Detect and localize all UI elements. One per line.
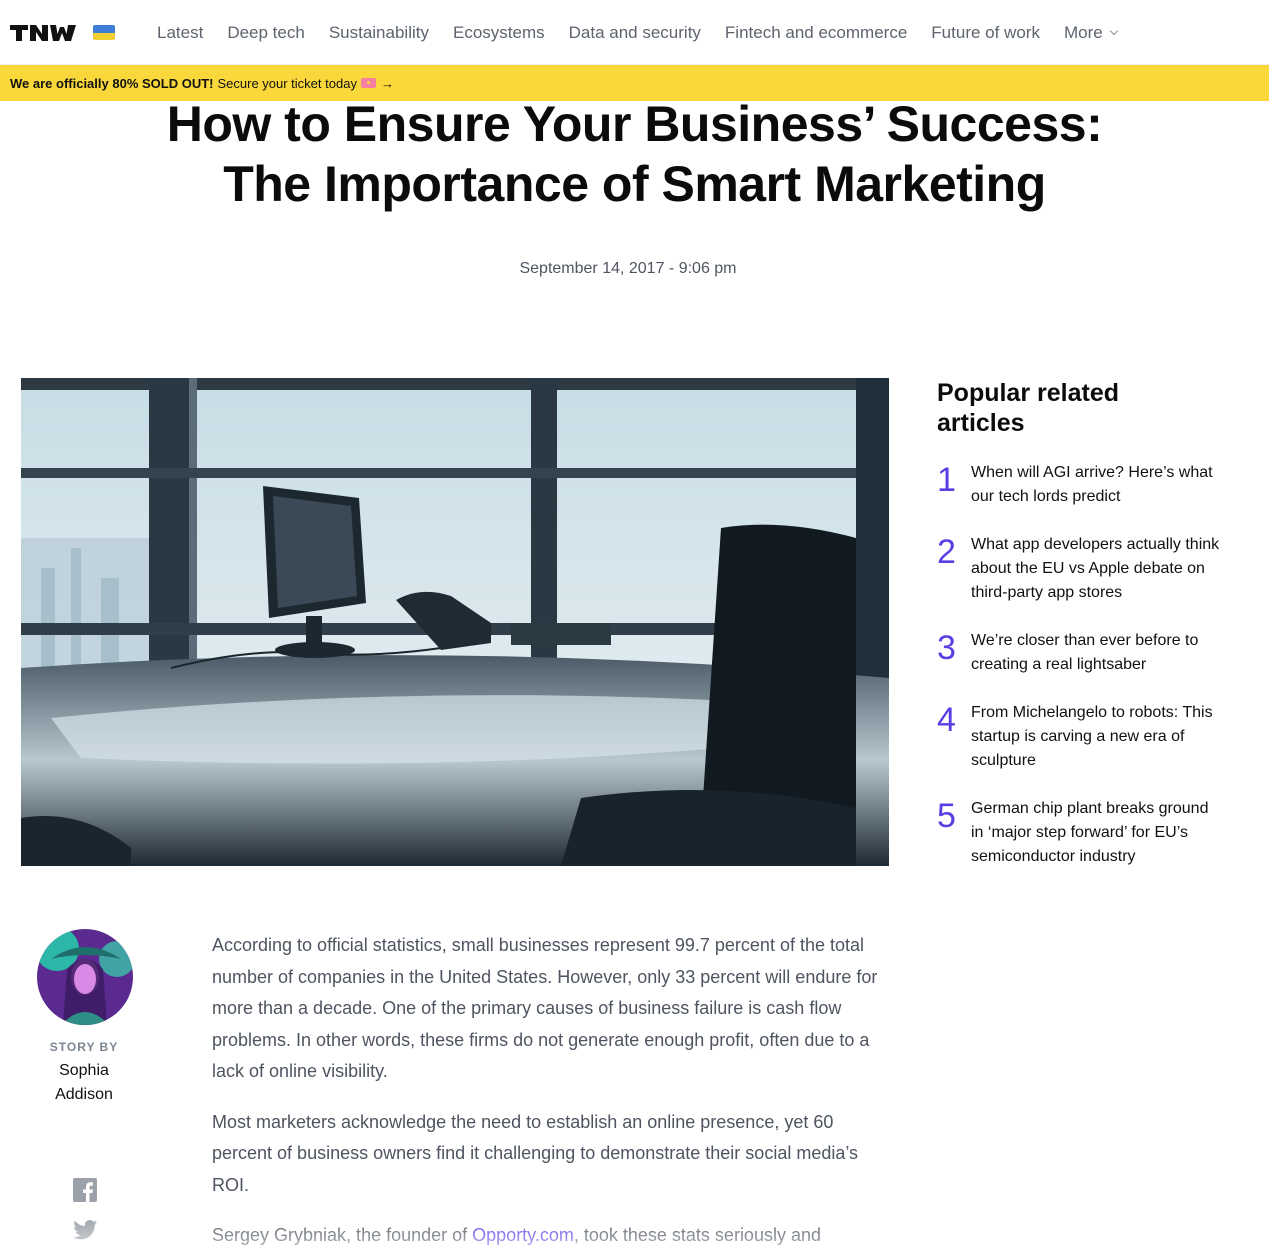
publish-date: September 14, 2017 - 9:06 pm	[519, 260, 737, 277]
popular-article-title: When will AGI arrive? Here’s what our te…	[971, 464, 1213, 505]
popular-article-number: 5	[937, 797, 956, 835]
article-body: According to official statistics, small …	[212, 930, 884, 1251]
nav-link-latest[interactable]: Latest	[157, 23, 203, 43]
office-desk-illustration	[21, 378, 889, 866]
top-navigation: Latest Deep tech Sustainability Ecosyste…	[0, 0, 1269, 65]
popular-articles-list: 1 When will AGI arrive? Here’s what our …	[937, 461, 1237, 893]
nav-link-deep-tech[interactable]: Deep tech	[227, 23, 305, 43]
facebook-icon[interactable]	[73, 1178, 97, 1202]
ticket-icon	[360, 78, 376, 88]
popular-articles-heading-line-1: Popular related	[937, 379, 1119, 407]
paragraph-3-start: Sergey Grybniak, the founder of	[212, 1225, 473, 1245]
popular-article-number: 4	[937, 701, 956, 739]
hero-image	[21, 378, 889, 866]
popular-article-number: 2	[937, 533, 956, 571]
popular-articles-heading: Popular related articles	[937, 378, 1217, 438]
nav-links: Latest Deep tech Sustainability Ecosyste…	[157, 0, 1141, 65]
banner-text: Secure your ticket today	[217, 75, 357, 91]
article-title: How to Ensure Your Business’ Success: Th…	[0, 94, 1269, 214]
banner-strong-text: We are officially 80% SOLD OUT!	[10, 75, 214, 91]
article-paragraph-1: According to official statistics, small …	[212, 935, 878, 1081]
chevron-down-icon	[1109, 26, 1118, 35]
nav-link-ecosystems[interactable]: Ecosystems	[453, 23, 545, 43]
opporty-link[interactable]: Opporty.com	[472, 1225, 574, 1245]
nav-link-fintech-and-ecommerce[interactable]: Fintech and ecommerce	[725, 23, 907, 43]
article-paragraph-3: Sergey Grybniak, the founder of Opporty.…	[212, 1220, 884, 1251]
article-title-line-2: The Importance of Smart Marketing	[223, 156, 1046, 212]
author-avatar[interactable]	[37, 929, 133, 1025]
popular-article-title: From Michelangelo to robots: This startu…	[971, 704, 1213, 769]
author-first-name: Sophia	[59, 1062, 109, 1079]
popular-article-number: 1	[937, 461, 956, 499]
article-title-line-1: How to Ensure Your Business’ Success:	[166, 96, 1103, 152]
twitter-icon[interactable]	[73, 1219, 97, 1241]
popular-article-1[interactable]: 1 When will AGI arrive? Here’s what our …	[937, 461, 1237, 509]
tnw-logo[interactable]	[10, 23, 76, 43]
author-name[interactable]: Sophia Addison	[34, 1059, 134, 1107]
ukraine-flag-icon[interactable]	[93, 25, 115, 40]
nav-more-label: More	[1063, 22, 1103, 42]
popular-article-5[interactable]: 5 German chip plant breaks ground in ‘ma…	[937, 797, 1237, 869]
author-last-name: Addison	[55, 1086, 113, 1103]
arrow-right-icon: →	[380, 75, 394, 91]
nav-link-future-of-work[interactable]: Future of work	[931, 23, 1040, 43]
author-portrait	[37, 929, 133, 1025]
popular-article-number: 3	[937, 629, 956, 667]
popular-article-title: What app developers actually think about…	[971, 536, 1220, 601]
story-by-label: STORY BY	[49, 1040, 119, 1054]
nav-link-data-and-security[interactable]: Data and security	[569, 23, 701, 43]
paragraph-3-end: , took these stats seriously and	[573, 1225, 821, 1245]
popular-article-3[interactable]: 3 We’re closer than ever before to creat…	[937, 629, 1237, 677]
popular-article-4[interactable]: 4 From Michelangelo to robots: This star…	[937, 701, 1237, 773]
popular-articles-heading-line-2: articles	[937, 409, 1025, 437]
article-paragraph-2: Most marketers acknowledge the need to e…	[212, 1111, 859, 1195]
popular-article-title: German chip plant breaks ground in ‘majo…	[971, 800, 1209, 865]
popular-article-title: We’re closer than ever before to creatin…	[971, 632, 1199, 673]
popular-article-2[interactable]: 2 What app developers actually think abo…	[937, 533, 1237, 605]
nav-more-menu[interactable]: More	[1063, 22, 1118, 43]
nav-link-sustainability[interactable]: Sustainability	[329, 23, 429, 43]
